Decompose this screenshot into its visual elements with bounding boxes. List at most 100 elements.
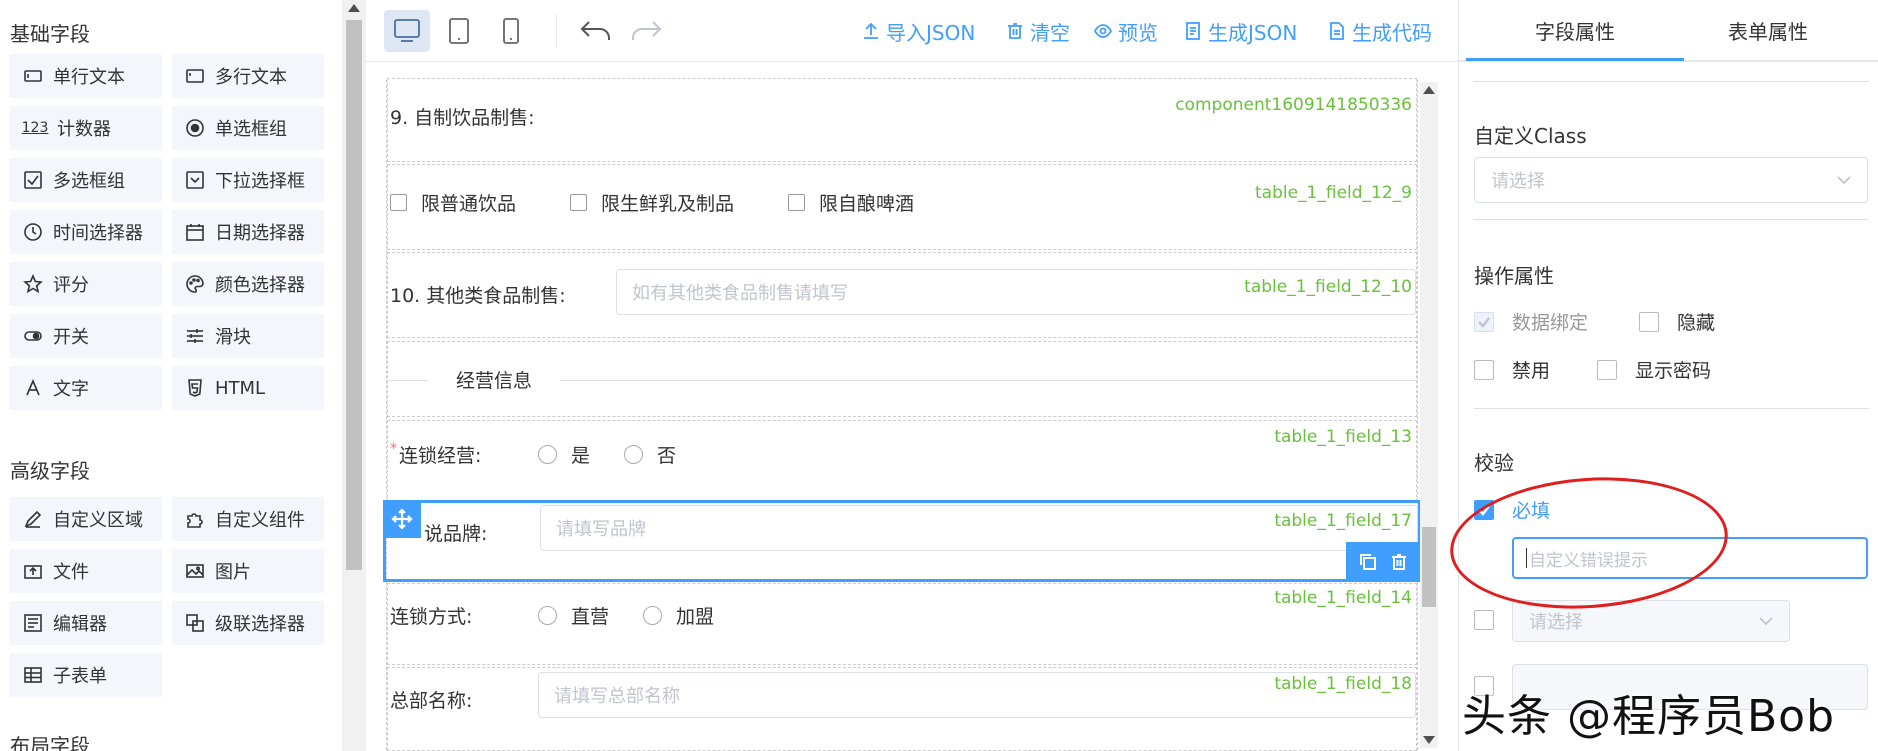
palette-item-number[interactable]: 123 计数器	[10, 106, 162, 150]
tab-field-properties[interactable]: 字段属性	[1466, 16, 1684, 45]
form-row-brand-selected[interactable]: 说品牌: 请填写品牌 table_1_field_17	[383, 500, 1421, 582]
radio-circle[interactable]	[538, 445, 557, 464]
palette-item-custom-component[interactable]: 自定义组件	[172, 497, 324, 541]
input-icon	[23, 66, 43, 86]
palette-item-input[interactable]: 单行文本	[10, 54, 162, 98]
radio-circle[interactable]	[643, 606, 663, 625]
palette-scrollbar[interactable]	[342, 0, 366, 751]
radio-circle[interactable]	[538, 606, 557, 625]
radio-option[interactable]: 加盟	[643, 602, 714, 629]
radio-option[interactable]: 否	[624, 441, 676, 468]
field-id: component1609141850336	[1175, 95, 1412, 115]
show-password-checkbox[interactable]: 显示密码	[1597, 356, 1711, 383]
form-row-drink-types[interactable]: 限普通饮品 限生鲜乳及制品 限自酿啤酒 table_1_field_12_9	[387, 164, 1417, 250]
palette-item-image[interactable]: 图片	[172, 549, 324, 593]
checkbox-box[interactable]	[1474, 359, 1494, 380]
upload-icon	[23, 561, 43, 581]
field-id: table_1_field_18	[1274, 674, 1412, 694]
clear-button[interactable]: 清空	[1006, 16, 1070, 46]
checkbox-option[interactable]: 限生鲜乳及制品	[570, 189, 734, 216]
custom-class-select[interactable]: 请选择	[1474, 157, 1868, 203]
palette-item-html[interactable]: HTML	[172, 366, 324, 410]
checkbox-box[interactable]	[390, 194, 407, 211]
generate-code-button[interactable]: 生成代码	[1328, 16, 1432, 46]
palette-item-editor[interactable]: 编辑器	[10, 601, 162, 645]
delete-icon[interactable]	[1389, 552, 1409, 572]
palette-item-cascader[interactable]: 级联选择器	[172, 601, 324, 645]
checkbox-box[interactable]	[788, 194, 806, 211]
palette-item-textarea[interactable]: 多行文本	[172, 54, 324, 98]
copy-icon[interactable]	[1358, 552, 1378, 572]
tablet-view-button[interactable]	[436, 10, 482, 52]
checkbox-box[interactable]	[1639, 311, 1659, 332]
required-mark: *	[390, 441, 397, 457]
trash-icon	[1008, 23, 1022, 39]
palette-item-rate[interactable]: 评分	[10, 262, 162, 306]
scroll-down-arrow-icon[interactable]	[1423, 736, 1435, 744]
form-divider-business-info[interactable]: 经营信息	[387, 341, 1417, 417]
palette-item-select[interactable]: 下拉选择框	[172, 158, 324, 202]
checkbox-box[interactable]	[1474, 610, 1494, 630]
select-icon	[185, 170, 205, 190]
radio-circle[interactable]	[624, 445, 644, 464]
field-label: 连锁方式:	[390, 606, 473, 628]
eye-icon	[1094, 24, 1112, 38]
palette-item-time[interactable]: 时间选择器	[10, 210, 162, 254]
radio-option[interactable]: 直营	[538, 602, 609, 629]
form-canvas-inner: 9. 自制饮品制售: component1609141850336 限普通饮品 …	[383, 78, 1421, 751]
form-row-chain-operation[interactable]: * 连锁经营: 是 否 table_1_field_13	[387, 420, 1417, 502]
palette-item-date[interactable]: 日期选择器	[172, 210, 324, 254]
canvas-scrollbar-thumb[interactable]	[1422, 527, 1436, 607]
checkbox-option[interactable]: 限自酿啤酒	[788, 189, 914, 216]
pen-icon	[23, 509, 43, 529]
field-label: 说品牌:	[424, 523, 488, 545]
form-row-chain-type[interactable]: 连锁方式: 直营 加盟 table_1_field_14	[387, 583, 1417, 665]
mobile-view-button[interactable]	[488, 10, 534, 52]
hidden-checkbox[interactable]: 隐藏	[1639, 308, 1715, 335]
palette-item-color[interactable]: 颜色选择器	[172, 262, 324, 306]
palette-item-subform[interactable]: 子表单	[10, 653, 162, 697]
disabled-checkbox[interactable]: 禁用	[1474, 356, 1550, 383]
document-icon	[1186, 22, 1200, 40]
preview-button[interactable]: 预览	[1094, 16, 1158, 46]
redo-button[interactable]	[628, 14, 664, 48]
desktop-view-button[interactable]	[384, 10, 430, 52]
checkbox-box[interactable]	[1474, 311, 1494, 332]
palette-item-custom-area[interactable]: 自定义区域	[10, 497, 162, 541]
palette-scrollbar-thumb[interactable]	[346, 20, 362, 570]
basic-fields-grid: 单行文本 多行文本 123 计数器 单选框组 多选框组 下拉选择框 时间选择器 日…	[10, 54, 324, 410]
form-row-headquarters[interactable]: 总部名称: 请填写总部名称 table_1_field_18	[387, 667, 1417, 751]
star-icon	[23, 274, 43, 294]
scroll-up-arrow-icon[interactable]	[348, 4, 360, 12]
generate-json-button[interactable]: 生成JSON	[1184, 16, 1297, 46]
tab-form-properties[interactable]: 表单属性	[1659, 16, 1877, 45]
divider	[1474, 219, 1869, 220]
basic-fields-title: 基础字段	[10, 22, 90, 46]
palette-item-slider[interactable]: 滑块	[172, 314, 324, 358]
palette-item-checkbox[interactable]: 多选框组	[10, 158, 162, 202]
checkbox-box[interactable]	[1597, 359, 1617, 380]
radio-option[interactable]: 是	[538, 441, 590, 468]
upload-icon	[864, 22, 878, 39]
form-row-other-food[interactable]: 10. 其他类食品制售: 如有其他类食品制售请填写 table_1_field_…	[387, 252, 1417, 338]
toolbar: 导入JSON 清空 预览 生成JSON 生成代码	[366, 0, 1458, 62]
import-json-button[interactable]: 导入JSON	[862, 16, 975, 46]
scroll-up-arrow-icon[interactable]	[1423, 86, 1435, 94]
undo-button[interactable]	[578, 14, 614, 48]
drag-handle[interactable]	[383, 500, 421, 538]
puzzle-icon	[185, 509, 205, 529]
divider	[1474, 81, 1869, 82]
palette-item-switch[interactable]: 开关	[10, 314, 162, 358]
watermark: 头条 @程序员Bob	[1462, 691, 1836, 742]
checkbox-option[interactable]: 限普通饮品	[390, 189, 516, 216]
canvas-scrollbar[interactable]	[1420, 82, 1438, 748]
palette-item-text[interactable]: 文字	[10, 366, 162, 410]
chevron-down-icon	[1835, 171, 1853, 194]
data-binding-checkbox[interactable]: 数据绑定	[1474, 308, 1588, 335]
type-rule-checkbox[interactable]	[1474, 610, 1512, 630]
checkbox-box[interactable]	[570, 194, 588, 211]
palette-item-radio[interactable]: 单选框组	[172, 106, 324, 150]
form-row-homemade-drinks[interactable]: 9. 自制饮品制售: component1609141850336	[387, 78, 1417, 162]
palette-item-file[interactable]: 文件	[10, 549, 162, 593]
advanced-fields-title: 高级字段	[10, 459, 90, 483]
